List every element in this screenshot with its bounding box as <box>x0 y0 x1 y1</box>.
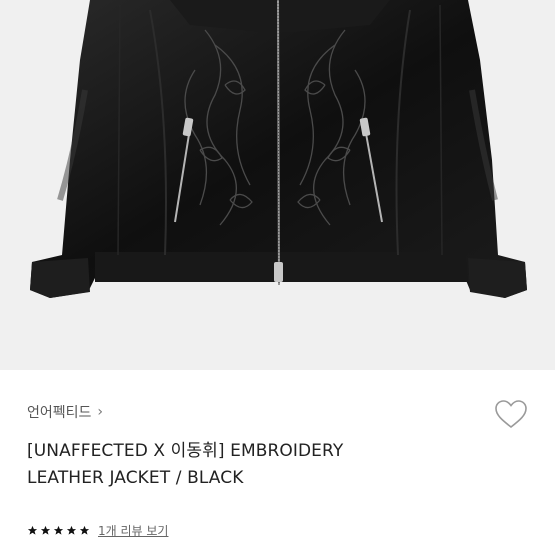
leather-jacket-image <box>30 0 527 298</box>
star-icon <box>53 525 64 535</box>
heart-outline-icon[interactable] <box>494 398 528 430</box>
star-icon <box>66 525 77 535</box>
star-icon <box>40 525 51 535</box>
product-info: 언어펙티드 › [UNAFFECTED X 이동휘] EMBROIDERY LE… <box>0 370 555 555</box>
product-image[interactable] <box>0 0 555 370</box>
review-link[interactable]: 1개 리뷰 보기 <box>98 522 168 539</box>
star-rating <box>27 525 90 536</box>
product-title-line-2: LEATHER JACKET / BLACK <box>27 468 244 488</box>
star-icon <box>27 525 38 535</box>
star-icon <box>79 525 90 535</box>
chevron-right-icon: › <box>97 404 104 420</box>
product-title-line-1: [UNAFFECTED X 이동휘] EMBROIDERY <box>27 441 344 461</box>
rating-summary[interactable]: 1개 리뷰 보기 <box>27 522 168 539</box>
product-title: [UNAFFECTED X 이동휘] EMBROIDERY LEATHER JA… <box>27 438 467 492</box>
brand-link[interactable]: 언어펙티드 › <box>27 402 103 422</box>
brand-name: 언어펙티드 <box>27 405 92 421</box>
